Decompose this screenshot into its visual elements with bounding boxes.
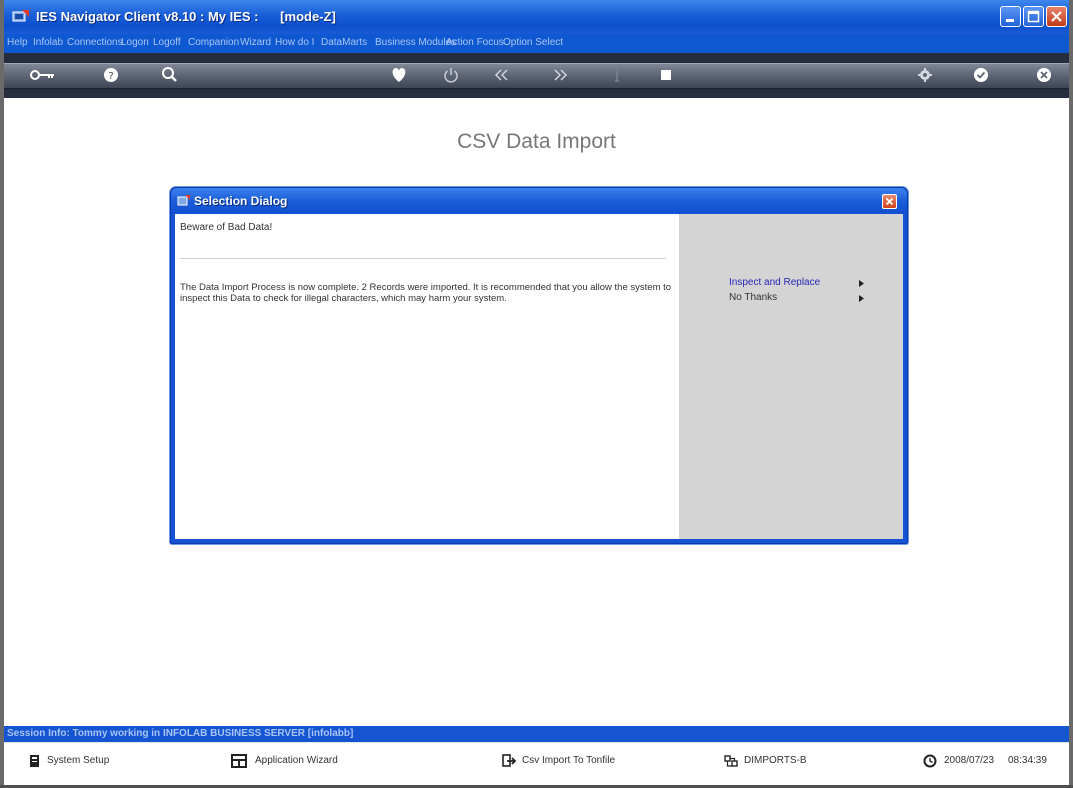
dialog-message: The Data Import Process is now complete.… bbox=[180, 282, 672, 304]
stop-icon[interactable] bbox=[655, 65, 677, 85]
network-icon bbox=[724, 755, 738, 767]
menu-infolab[interactable]: Infolab bbox=[33, 37, 63, 48]
system-setup-icon bbox=[30, 755, 39, 767]
status-bar: Session Info: Tommy working in INFOLAB B… bbox=[4, 726, 1069, 742]
dialog-body: Beware of Bad Data! The Data Import Proc… bbox=[175, 214, 903, 539]
menu-connections[interactable]: Connections bbox=[67, 37, 123, 48]
search-icon[interactable] bbox=[158, 65, 180, 85]
dialog-options-panel: Inspect and Replace No Thanks bbox=[679, 214, 903, 539]
session-info: Session Info: Tommy working in INFOLAB B… bbox=[7, 728, 354, 739]
rewind-icon[interactable] bbox=[491, 65, 513, 85]
maximize-button[interactable] bbox=[1023, 6, 1044, 27]
menu-bar: Help Infolab Connections Logon Logoff Co… bbox=[4, 34, 1069, 53]
import-icon bbox=[502, 754, 517, 767]
menu-logon[interactable]: Logon bbox=[121, 37, 149, 48]
task-label: DIMPORTS-B bbox=[744, 755, 807, 766]
task-bar: System Setup Application Wizard Csv Impo… bbox=[4, 742, 1069, 785]
application-wizard-icon bbox=[231, 754, 247, 768]
option-no-thanks[interactable]: No Thanks bbox=[729, 292, 879, 305]
menu-business-modules[interactable]: Business Modules bbox=[375, 37, 456, 48]
clock-icon bbox=[923, 754, 937, 768]
dialog-heading: Beware of Bad Data! bbox=[180, 222, 273, 233]
close-icon[interactable] bbox=[1033, 65, 1055, 85]
task-label: Application Wizard bbox=[255, 755, 338, 766]
menu-companion[interactable]: Companion bbox=[188, 37, 239, 48]
app-window: IES Navigator Client v8.10 : My IES : [m… bbox=[4, 0, 1069, 785]
option-label: Inspect and Replace bbox=[729, 277, 821, 288]
page-title: CSV Data Import bbox=[457, 130, 616, 153]
option-label: No Thanks bbox=[729, 292, 778, 303]
time-text: 08:34:39 bbox=[1008, 755, 1047, 766]
dialog-title-bar[interactable]: Selection Dialog bbox=[171, 188, 907, 213]
main-content: CSV Data Import Selection Dialog Beware … bbox=[4, 98, 1069, 726]
arrow-right-icon bbox=[859, 280, 864, 287]
minimize-button[interactable] bbox=[1000, 6, 1021, 27]
title-bar[interactable]: IES Navigator Client v8.10 : My IES : [m… bbox=[4, 0, 1069, 34]
menu-action-focus[interactable]: Action Focus bbox=[446, 37, 504, 48]
minimize-icon bbox=[1006, 19, 1014, 22]
menu-option-select[interactable]: Option Select bbox=[503, 37, 563, 48]
close-button[interactable] bbox=[1046, 6, 1067, 27]
gear-icon[interactable] bbox=[914, 65, 936, 85]
help-icon[interactable]: ? bbox=[100, 65, 122, 85]
task-label: System Setup bbox=[47, 755, 110, 766]
menu-wizard[interactable]: Wizard bbox=[240, 37, 271, 48]
heart-icon[interactable] bbox=[388, 65, 410, 85]
dialog-app-icon bbox=[177, 195, 190, 206]
menu-datamarts[interactable]: DataMarts bbox=[321, 37, 367, 48]
arrow-right-icon bbox=[859, 295, 864, 302]
menu-logoff[interactable]: Logoff bbox=[153, 37, 181, 48]
menu-how-do-i[interactable]: How do I bbox=[275, 37, 314, 48]
option-inspect-and-replace[interactable]: Inspect and Replace bbox=[729, 277, 879, 290]
dialog-title: Selection Dialog bbox=[194, 194, 288, 208]
selection-dialog: Selection Dialog Beware of Bad Data! The… bbox=[170, 187, 908, 544]
svg-text:?: ? bbox=[108, 71, 113, 82]
close-icon bbox=[885, 197, 894, 206]
close-icon bbox=[1051, 11, 1062, 22]
power-icon[interactable] bbox=[440, 65, 462, 85]
app-icon bbox=[12, 10, 29, 22]
dialog-message-panel: Beware of Bad Data! The Data Import Proc… bbox=[175, 214, 679, 539]
info-icon[interactable] bbox=[606, 65, 628, 85]
window-title: IES Navigator Client v8.10 : My IES : [m… bbox=[36, 9, 336, 24]
divider bbox=[180, 258, 666, 259]
date-text: 2008/07/23 bbox=[944, 755, 995, 766]
key-icon[interactable] bbox=[28, 65, 56, 85]
task-label: Csv Import To Tonfile bbox=[522, 755, 616, 766]
checkmark-icon[interactable] bbox=[970, 65, 992, 85]
menu-help[interactable]: Help bbox=[7, 37, 28, 48]
dialog-close-button[interactable] bbox=[882, 194, 897, 209]
maximize-icon bbox=[1027, 10, 1040, 23]
toolbar: ? bbox=[4, 53, 1069, 98]
forward-icon[interactable] bbox=[549, 65, 571, 85]
